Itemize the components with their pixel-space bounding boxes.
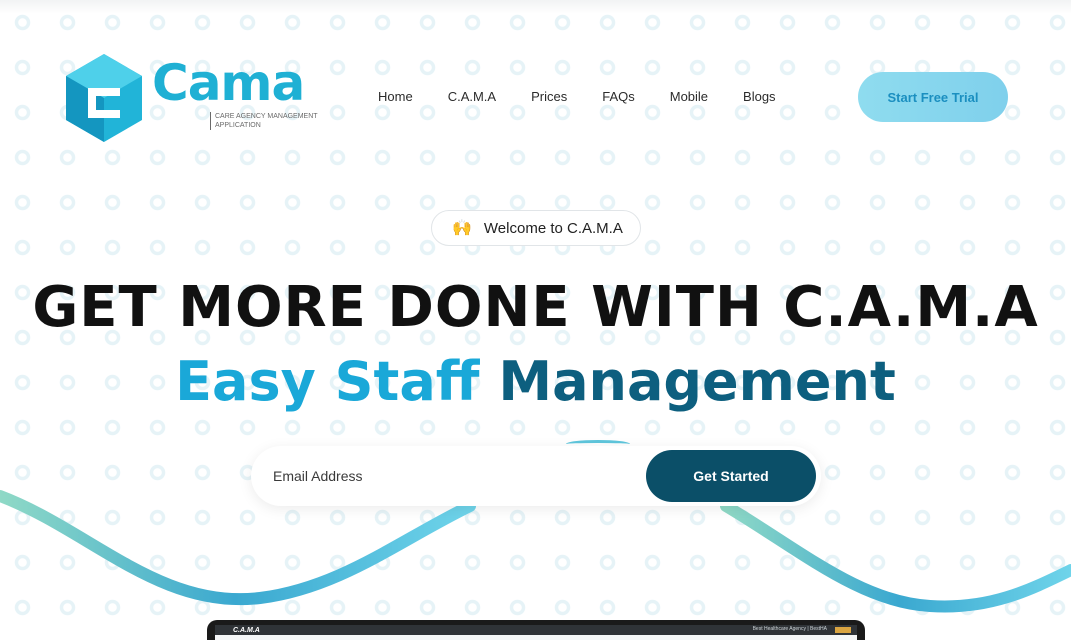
nav-blogs[interactable]: Blogs bbox=[743, 89, 776, 104]
preview-titlebar: C.A.M.A Best Healthcare Agency | BestHA bbox=[215, 625, 857, 635]
logo-tagline: CARE AGENCY MANAGEMENT APPLICATION bbox=[210, 112, 320, 130]
top-fade bbox=[0, 0, 1071, 14]
start-free-trial-button[interactable]: Start Free Trial bbox=[858, 72, 1008, 122]
email-input[interactable] bbox=[273, 458, 633, 494]
welcome-text: Welcome to C.A.M.A bbox=[483, 219, 623, 237]
nav-home[interactable]: Home bbox=[378, 89, 413, 104]
nav-prices[interactable]: Prices bbox=[531, 89, 567, 104]
hero-headline: GET MORE DONE WITH C.A.M.A bbox=[32, 275, 1039, 340]
cama-logo[interactable]: Cama CARE AGENCY MANAGEMENT APPLICATION bbox=[64, 52, 318, 144]
raised-hands-icon: 🙌 bbox=[452, 220, 472, 237]
preview-chip bbox=[835, 627, 851, 633]
logo-wordmark: Cama bbox=[152, 54, 305, 112]
main-nav: Home C.A.M.A Prices FAQs Mobile Blogs bbox=[378, 89, 811, 104]
get-started-button[interactable]: Get Started bbox=[646, 450, 816, 502]
preview-title: C.A.M.A bbox=[233, 626, 260, 634]
nav-mobile[interactable]: Mobile bbox=[670, 89, 708, 104]
nav-cama[interactable]: C.A.M.A bbox=[448, 89, 496, 104]
preview-content bbox=[215, 635, 857, 640]
site-header: Cama CARE AGENCY MANAGEMENT APPLICATION … bbox=[0, 40, 1071, 155]
subheadline-part2: Management bbox=[498, 350, 896, 413]
signup-form: Get Started bbox=[251, 446, 821, 506]
subheadline-part1: Easy Staff bbox=[175, 350, 480, 413]
welcome-badge: 🙌 Welcome to C.A.M.A bbox=[431, 210, 641, 246]
hero-subheadline: Easy Staff Management bbox=[0, 350, 1071, 413]
app-preview: C.A.M.A Best Healthcare Agency | BestHA bbox=[207, 620, 865, 640]
nav-faqs[interactable]: FAQs bbox=[602, 89, 635, 104]
preview-agency-name: Best Healthcare Agency | BestHA bbox=[752, 626, 827, 632]
cube-logo-icon bbox=[66, 54, 142, 142]
